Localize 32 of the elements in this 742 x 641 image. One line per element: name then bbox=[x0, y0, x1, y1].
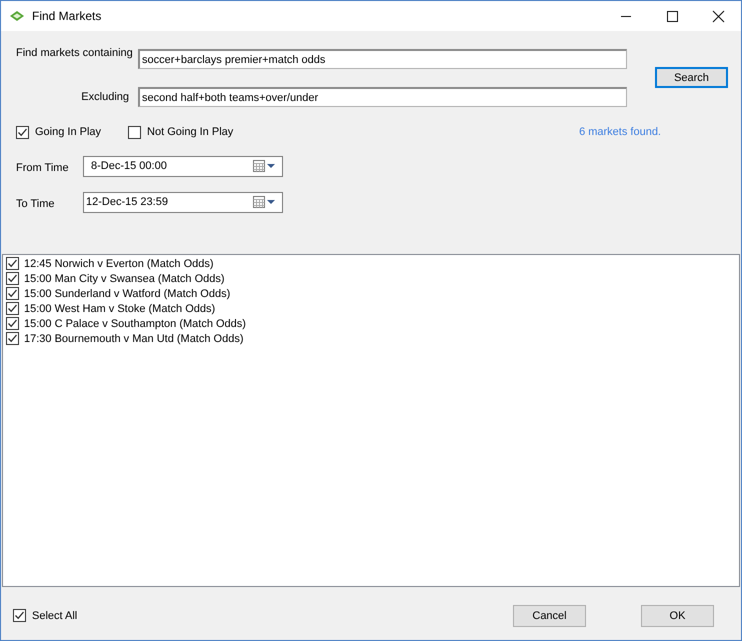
field-label: To Time bbox=[16, 196, 56, 210]
checkbox[interactable] bbox=[128, 126, 142, 138]
list-item[interactable]: 15:00 Man City v Swansea (Match Odds) bbox=[24, 272, 225, 284]
window-title: Find Markets bbox=[32, 9, 102, 23]
list-item[interactable]: 12:45 Norwich v Everton (Match Odds) bbox=[24, 258, 214, 270]
list-item[interactable]: 15:00 Sunderland v Watford (Match Odds) bbox=[24, 288, 230, 300]
search-button[interactable]: Search bbox=[655, 67, 728, 88]
date-field[interactable]: 8-Dec-15 00:00 bbox=[83, 156, 283, 176]
checkbox[interactable] bbox=[6, 317, 19, 330]
checkbox[interactable] bbox=[6, 287, 19, 300]
field-label: From Time bbox=[16, 160, 70, 174]
app-logo-icon bbox=[9, 10, 25, 22]
result-count: 6 markets found. bbox=[579, 126, 661, 138]
cancel-button[interactable]: Cancel bbox=[513, 604, 586, 626]
list-item[interactable]: 15:00 West Ham v Stoke (Match Odds) bbox=[24, 302, 216, 314]
checkbox[interactable] bbox=[16, 126, 29, 138]
checkbox-label: Going In Play bbox=[35, 126, 102, 138]
date-field[interactable]: 12-Dec-15 23:59 bbox=[83, 192, 283, 212]
checkbox[interactable] bbox=[6, 302, 19, 315]
list-item[interactable]: 15:00 C Palace v Southampton (Match Odds) bbox=[24, 318, 246, 330]
field-label: Excluding bbox=[80, 91, 130, 103]
checkbox-label: Not Going In Play bbox=[147, 126, 234, 138]
checkbox-label: Select All bbox=[32, 610, 78, 622]
ok-button[interactable]: OK bbox=[641, 604, 714, 626]
checkbox[interactable] bbox=[6, 272, 19, 285]
checkbox[interactable] bbox=[6, 332, 19, 345]
field-label: Find markets containing bbox=[16, 47, 134, 59]
checkbox[interactable] bbox=[6, 257, 19, 270]
checkbox[interactable] bbox=[13, 609, 26, 622]
exclude-field[interactable]: second half+both teams+over/under bbox=[138, 87, 627, 107]
list-item[interactable]: 17:30 Bournemouth v Man Utd (Match Odds) bbox=[24, 332, 244, 344]
search-field[interactable]: soccer+barclays premier+match odds bbox=[138, 49, 627, 69]
